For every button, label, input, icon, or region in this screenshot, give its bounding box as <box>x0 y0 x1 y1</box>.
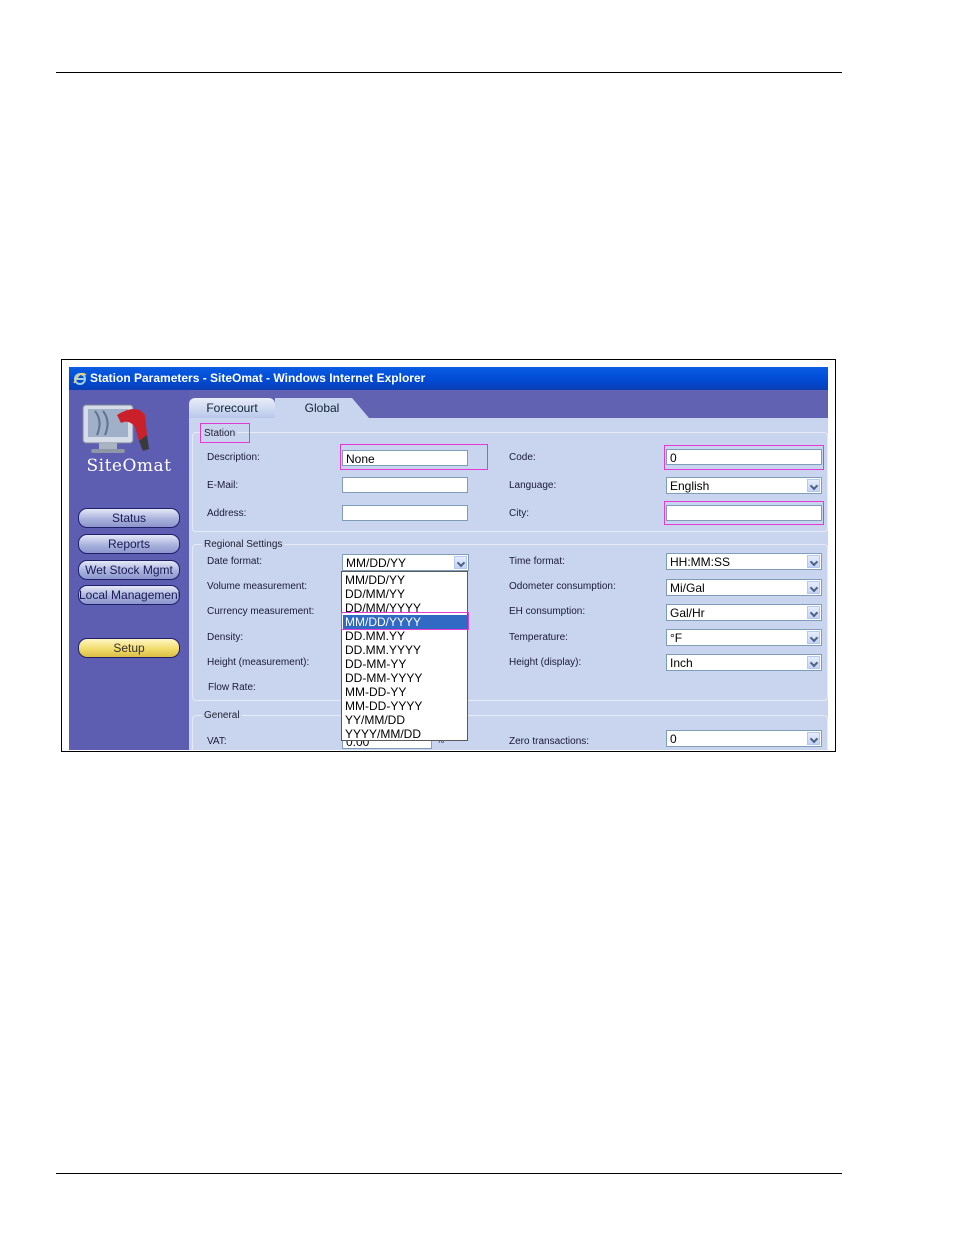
time-format-label: Time format: <box>509 556 565 567</box>
temperature-select[interactable]: °F <box>666 629 822 646</box>
date-format-option[interactable]: DD-MM-YYYY <box>345 671 422 685</box>
description-label: Description: <box>207 452 260 463</box>
date-format-select[interactable]: MM/DD/YY <box>342 554 469 571</box>
eh-consumption-label: EH consumption: <box>509 606 586 617</box>
eh-consumption-select-value: Gal/Hr <box>670 606 705 620</box>
odometer-consumption-select-value: Mi/Gal <box>670 581 705 595</box>
email-label: E-Mail: <box>207 480 239 491</box>
page-bottom-rule <box>56 1173 842 1174</box>
odometer-consumption-label: Odometer consumption: <box>509 581 616 592</box>
density-label: Density: <box>207 632 244 643</box>
form-layer: Station Description: None E-Mail: Addres… <box>0 0 954 1235</box>
height-display-select[interactable]: Inch <box>666 654 822 671</box>
time-format-select-value: HH:MM:SS <box>670 555 730 569</box>
chevron-down-icon[interactable] <box>807 732 820 745</box>
flow-rate-label: Flow Rate: <box>208 682 256 693</box>
general-legend: General <box>202 710 242 721</box>
city-highlight <box>664 501 824 525</box>
height-display-label: Height (display): <box>509 657 582 668</box>
description-highlight <box>340 444 488 470</box>
date-format-option[interactable]: DD.MM.YYYY <box>345 643 421 657</box>
odometer-consumption-select[interactable]: Mi/Gal <box>666 579 822 596</box>
date-format-option[interactable]: DD/MM/YYYY <box>345 601 421 615</box>
vat-label: VAT: <box>207 736 227 747</box>
date-format-option[interactable]: DD.MM.YY <box>345 629 405 643</box>
city-label: City: <box>509 508 529 519</box>
chevron-down-icon[interactable] <box>807 631 820 644</box>
height-display-select-value: Inch <box>670 656 693 670</box>
temperature-label: Temperature: <box>509 632 568 643</box>
date-format-option[interactable]: DD/MM/YY <box>345 587 405 601</box>
zero-transactions-select[interactable]: 0 <box>666 730 822 747</box>
code-label: Code: <box>509 452 536 463</box>
date-format-option[interactable]: YY/MM/DD <box>345 713 405 727</box>
date-format-select-value: MM/DD/YY <box>346 556 406 570</box>
date-format-option[interactable]: DD-MM-YY <box>345 657 406 671</box>
volume-measurement-label: Volume measurement: <box>207 581 308 592</box>
language-label: Language: <box>509 480 557 491</box>
date-format-option[interactable]: MM/DD/YY <box>345 573 405 587</box>
chevron-down-icon[interactable] <box>807 479 820 492</box>
date-format-option[interactable]: MM-DD-YYYY <box>345 699 422 713</box>
chevron-down-icon[interactable] <box>807 555 820 568</box>
date-format-option[interactable]: YYYY/MM/DD <box>345 727 421 741</box>
language-select-value: English <box>670 479 710 493</box>
chevron-down-icon[interactable] <box>454 556 467 569</box>
eh-consumption-select[interactable]: Gal/Hr <box>666 604 822 621</box>
address-input[interactable] <box>342 505 468 521</box>
chevron-down-icon[interactable] <box>807 656 820 669</box>
date-format-dropdown-list: MM/DD/YY DD/MM/YY DD/MM/YYYY MM/DD/YYYY DD.M… <box>341 571 468 741</box>
email-input[interactable] <box>342 477 468 493</box>
language-select[interactable]: English <box>666 477 822 494</box>
date-format-option[interactable]: MM-DD-YY <box>345 685 406 699</box>
address-label: Address: <box>207 508 247 519</box>
temperature-select-value: °F <box>670 631 683 645</box>
time-format-select[interactable]: HH:MM:SS <box>666 553 822 570</box>
page-top-rule <box>56 72 842 73</box>
zero-transactions-label: Zero transactions: <box>509 736 590 747</box>
code-highlight <box>664 445 824 470</box>
currency-measurement-label: Currency measurement: <box>207 606 315 617</box>
date-format-option[interactable]: MM/DD/YYYY <box>343 615 468 629</box>
height-measurement-label: Height (measurement): <box>207 657 310 668</box>
chevron-down-icon[interactable] <box>807 581 820 594</box>
zero-transactions-select-value: 0 <box>670 732 677 746</box>
date-format-label: Date format: <box>207 556 263 567</box>
station-legend-highlight <box>200 423 250 443</box>
chevron-down-icon[interactable] <box>807 606 820 619</box>
regional-settings-legend: Regional Settings <box>202 539 285 550</box>
